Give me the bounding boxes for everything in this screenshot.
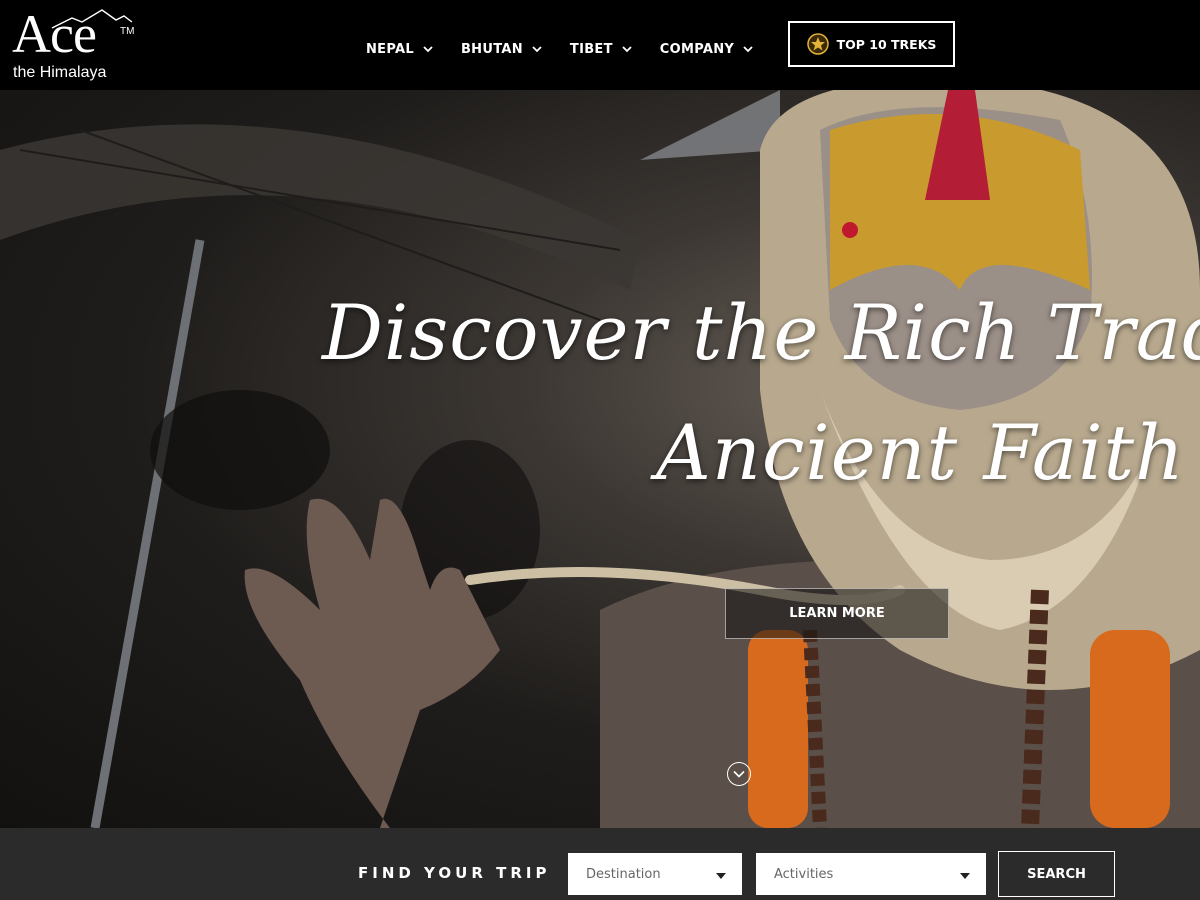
- nav-item-label: TIBET: [569, 41, 613, 57]
- search-button[interactable]: SEARCH: [998, 851, 1115, 897]
- nav-item-label: NEPAL: [366, 41, 414, 57]
- chevron-down-icon: [733, 770, 745, 778]
- activities-placeholder: Activities: [774, 867, 834, 882]
- logo-tagline: the Himalaya: [13, 64, 107, 81]
- logo-wordmark: Ace: [12, 4, 97, 64]
- nav-item-nepal[interactable]: NEPAL: [366, 42, 433, 57]
- nav-item-company[interactable]: COMPANY: [660, 42, 753, 57]
- site-header: Ace TM the Himalaya NEPAL BHUTAN TIBET C…: [0, 0, 1200, 90]
- destination-placeholder: Destination: [586, 867, 661, 882]
- logo[interactable]: Ace TM the Himalaya: [12, 4, 142, 84]
- chevron-down-icon: [622, 45, 632, 52]
- award-badge-icon: [806, 33, 829, 55]
- find-your-trip-title: FIND YOUR TRIP: [358, 864, 551, 882]
- nav-item-bhutan[interactable]: BHUTAN: [461, 42, 542, 57]
- trip-search-bar: FIND YOUR TRIP Destination Activities SE…: [0, 828, 1200, 900]
- chevron-down-icon: [743, 45, 753, 52]
- nav-item-label: COMPANY: [659, 41, 735, 57]
- destination-select[interactable]: Destination: [566, 851, 744, 897]
- learn-more-button[interactable]: LEARN MORE: [725, 588, 949, 639]
- hero-headline: Discover the Rich Traditions of N Ancien…: [0, 280, 1200, 530]
- logo-trademark: TM: [120, 26, 135, 37]
- nav-item-label: BHUTAN: [460, 41, 523, 57]
- hero-headline-line2: Ancient Faith: [656, 408, 1186, 497]
- nav-item-tibet[interactable]: TIBET: [570, 42, 632, 57]
- chevron-down-icon: [532, 45, 542, 52]
- chevron-down-icon: [423, 45, 433, 52]
- top-10-treks-button[interactable]: TOP 10 TREKS: [788, 21, 955, 67]
- hero-banner: Discover the Rich Traditions of N Ancien…: [0, 90, 1200, 828]
- main-nav: NEPAL BHUTAN TIBET COMPANY: [366, 0, 781, 98]
- caret-down-icon: [960, 873, 970, 879]
- hero-headline-line1: Discover the Rich Traditions of N: [322, 288, 1200, 377]
- top-10-treks-label: TOP 10 TREKS: [836, 36, 937, 52]
- caret-down-icon: [716, 873, 726, 879]
- scroll-down-button[interactable]: [727, 762, 751, 786]
- activities-select[interactable]: Activities: [754, 851, 988, 897]
